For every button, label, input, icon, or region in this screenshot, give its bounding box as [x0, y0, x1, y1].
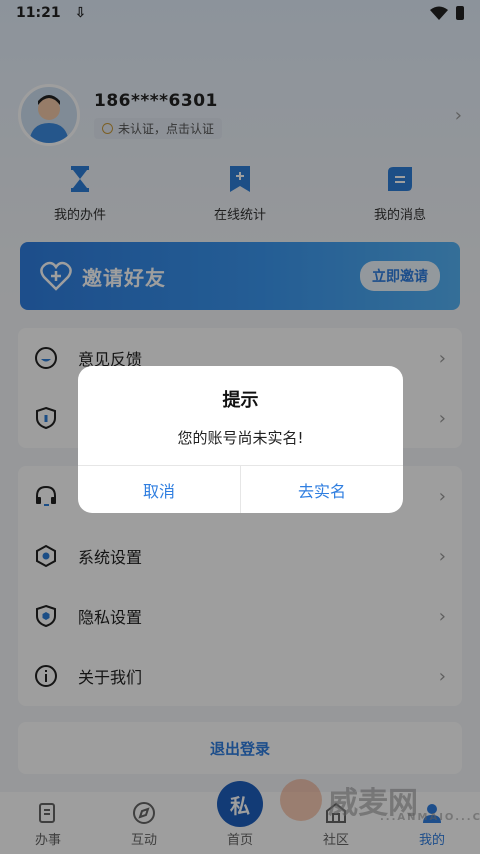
dialog-message: 您的账号尚未实名!	[177, 429, 304, 447]
verify-identity-button[interactable]: 去实名	[240, 466, 403, 513]
dialog-title: 提示	[222, 390, 259, 411]
alert-dialog: 提示 您的账号尚未实名! 取消 去实名	[78, 366, 403, 513]
cancel-button[interactable]: 取消	[78, 466, 240, 513]
dialog-actions: 取消 去实名	[78, 465, 403, 513]
